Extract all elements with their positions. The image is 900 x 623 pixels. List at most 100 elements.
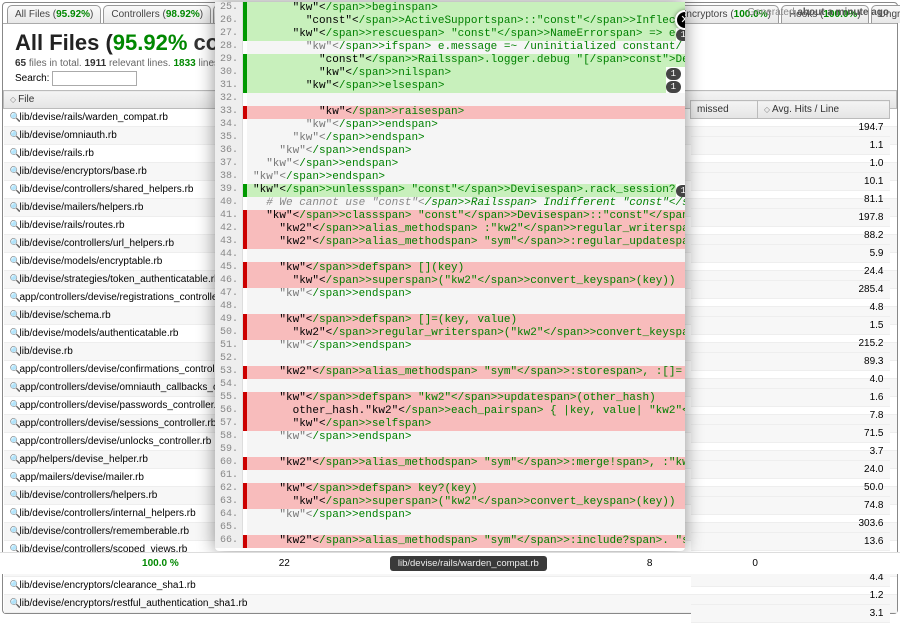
line-number: 45. (215, 262, 243, 275)
avg-hits: 303.6 (757, 515, 889, 533)
code-line: 53. "kw2"</span>>alias_methodspan> "sym"… (215, 366, 685, 379)
table-row: 303.6 (691, 515, 890, 533)
code-line: 47. "kw"</span>>endspan> (215, 288, 685, 301)
line-number: 54. (215, 379, 243, 392)
table-row: 88.2 (691, 227, 890, 245)
avg-hits: 1.5 (757, 317, 889, 335)
table-row: 1.0 (691, 155, 890, 173)
code-line: 66. "kw2"</span>>alias_methodspan> "sym"… (215, 535, 685, 548)
line-number: 40. (215, 197, 243, 210)
line-number: 57. (215, 418, 243, 431)
line-number: 60. (215, 457, 243, 470)
col-avg[interactable]: ◇Avg. Hits / Line (757, 101, 889, 119)
magnifier-icon: 🔍 (10, 220, 20, 231)
avg-hits: 5.9 (757, 245, 889, 263)
file-name: app/controllers/devise/unlocks_controlle… (20, 436, 212, 447)
code-line: 57. "kw"</span>>selfspan> (215, 418, 685, 431)
code-line: 26. "const"</span>>ActiveSupportspan>::"… (215, 15, 685, 28)
magnifier-icon: 🔍 (10, 598, 20, 609)
magnifier-icon: 🔍 (10, 148, 20, 159)
col-missed[interactable]: missed (691, 101, 758, 119)
search-input[interactable] (52, 71, 137, 86)
tab-all-files[interactable]: All Files (95.92%) (7, 5, 101, 23)
magnifier-icon: 🔍 (10, 328, 20, 339)
table-row: 10.1 (691, 173, 890, 191)
magnifier-icon: 🔍 (10, 238, 20, 249)
magnifier-icon: 🔍 (10, 472, 20, 483)
file-name: lib/devise/mailers/helpers.rb (20, 202, 144, 213)
code-line: 50. "kw2"</span>>regular_writerspan>("kw… (215, 327, 685, 340)
line-number: 34. (215, 119, 243, 132)
magnifier-icon: 🔍 (10, 400, 20, 411)
footer-n1: 22 (279, 558, 290, 569)
file-name: lib/devise.rb (20, 346, 73, 357)
avg-hits: 1.6 (757, 389, 889, 407)
code-line: 49. "kw"</span>>defspan> []=(key, value) (215, 314, 685, 327)
code-line: 41. "kw"</span>>classspan> "const"</span… (215, 210, 685, 223)
file-name: lib/devise/omniauth.rb (20, 130, 117, 141)
line-number: 27. (215, 28, 243, 41)
code-line: 27. "kw"</span>>rescuespan> "const"</spa… (215, 28, 685, 41)
line-number: 25. (215, 2, 243, 15)
hit-count: 1 (676, 185, 685, 197)
avg-hits: 215.2 (757, 335, 889, 353)
line-number: 44. (215, 249, 243, 262)
code-line: 39."kw"</span>>unlessspan> "const"</span… (215, 184, 685, 197)
file-name: lib/devise/models/authenticatable.rb (20, 328, 179, 339)
line-number: 47. (215, 288, 243, 301)
code-line: 55. "kw"</span>>defspan> "kw2"</span>>up… (215, 392, 685, 405)
file-name: lib/devise/controllers/shared_helpers.rb (20, 184, 194, 195)
code-line: 43. "kw2"</span>>alias_methodspan> "sym"… (215, 236, 685, 249)
line-number: 37. (215, 158, 243, 171)
code-line: 30. "kw"</span>>nilspan>1 (215, 67, 685, 80)
table-row: 50.0 (691, 479, 890, 497)
file-name: lib/devise/encryptors/restful_authentica… (20, 598, 248, 609)
avg-hits: 89.3 (757, 353, 889, 371)
magnifier-icon: 🔍 (10, 346, 20, 357)
magnifier-icon: 🔍 (10, 202, 20, 213)
tab-controllers[interactable]: Controllers (98.92%) (103, 5, 211, 23)
magnifier-icon: 🔍 (10, 454, 20, 465)
source-modal: ✕ 25. "kw"</span>>beginspan>26. "const"<… (215, 2, 685, 551)
table-row: 1.2 (691, 587, 890, 605)
file-name: lib/devise/controllers/internal_helpers.… (20, 508, 196, 519)
footer-n2: 8 (647, 558, 653, 569)
code-line: 34. "kw"</span>>endspan> (215, 119, 685, 132)
file-name: lib/devise/rails.rb (20, 148, 94, 159)
file-name: lib/devise/rails/routes.rb (20, 220, 125, 231)
hit-count: 1 (666, 81, 681, 93)
line-number: 42. (215, 223, 243, 236)
magnifier-icon: 🔍 (10, 436, 20, 447)
magnifier-icon: 🔍 (10, 580, 20, 591)
code-line: 65. (215, 522, 685, 535)
footer-n3: 0 (752, 558, 758, 569)
line-number: 36. (215, 145, 243, 158)
magnifier-icon: 🔍 (10, 364, 20, 375)
magnifier-icon: 🔍 (10, 166, 20, 177)
line-number: 26. (215, 15, 243, 28)
magnifier-icon: 🔍 (10, 508, 20, 519)
code-line: 54. (215, 379, 685, 392)
table-row: 3.7 (691, 443, 890, 461)
file-name: lib/devise/rails/warden_compat.rb (20, 112, 168, 123)
avg-hits: 1.1 (757, 137, 889, 155)
line-number: 43. (215, 236, 243, 249)
table-row: 285.4 (691, 281, 890, 299)
magnifier-icon: 🔍 (10, 490, 20, 501)
hit-count: 185 (676, 29, 685, 41)
code-line: 58. "kw"</span>>endspan> (215, 431, 685, 444)
avg-hits: 74.8 (757, 497, 889, 515)
hit-count: 1 (666, 68, 681, 80)
file-name: lib/devise/controllers/helpers.rb (20, 490, 158, 501)
line-number: 38. (215, 171, 243, 184)
line-number: 56. (215, 405, 243, 418)
avg-hits: 1.0 (757, 155, 889, 173)
code-line: 64. "kw"</span>>endspan> (215, 509, 685, 522)
line-number: 66. (215, 535, 243, 548)
table-row: 194.7 (691, 119, 890, 137)
file-name: lib/devise/models/encryptable.rb (20, 256, 163, 267)
line-number: 48. (215, 301, 243, 314)
avg-hits: 24.4 (757, 263, 889, 281)
code-line: 63. "kw"</span>>superspan>("kw2"</span>>… (215, 496, 685, 509)
table-row: 4.8 (691, 299, 890, 317)
